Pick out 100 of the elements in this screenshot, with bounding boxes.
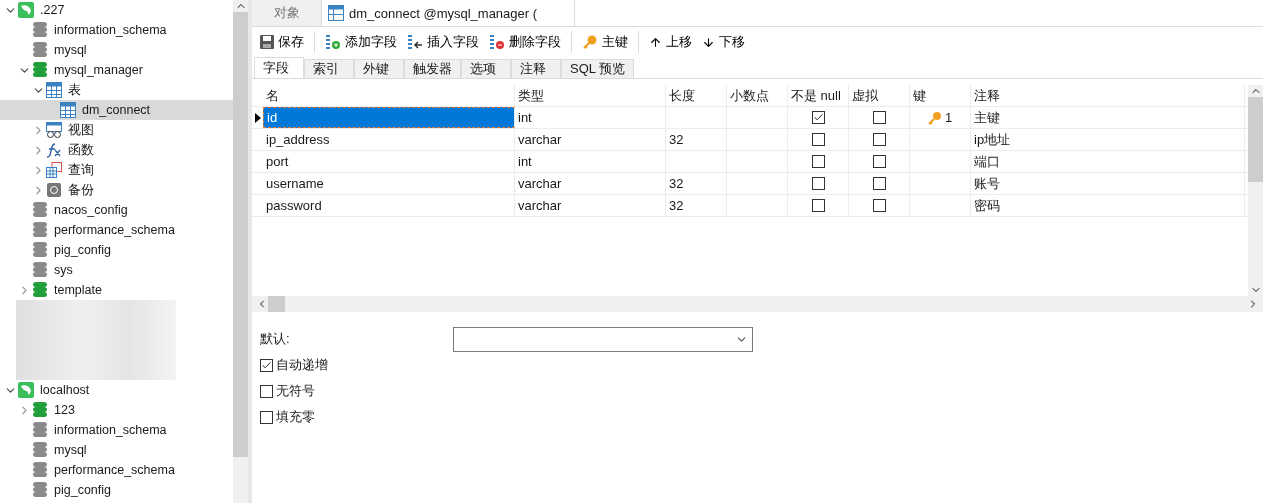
column-header[interactable]: 虚拟 bbox=[849, 85, 910, 106]
table-icon bbox=[46, 82, 62, 98]
tree-item[interactable]: template bbox=[0, 280, 233, 300]
table-cell[interactable]: int bbox=[515, 151, 666, 172]
tree-item[interactable]: mysql bbox=[0, 40, 233, 60]
checkbox[interactable] bbox=[811, 133, 825, 146]
column-header[interactable]: 小数点 bbox=[727, 85, 788, 106]
tree-item[interactable]: information_schema bbox=[0, 20, 233, 40]
toolbar-button[interactable]: 下移 bbox=[700, 31, 747, 53]
checkbox[interactable] bbox=[260, 384, 273, 398]
database-icon bbox=[32, 241, 48, 259]
view-icon bbox=[46, 122, 62, 138]
tree-item[interactable]: 视图 bbox=[0, 120, 233, 140]
database-icon bbox=[32, 21, 48, 39]
tree-item[interactable]: dm_connect bbox=[0, 100, 233, 120]
default-dropdown[interactable] bbox=[453, 326, 753, 352]
checkbox[interactable] bbox=[260, 410, 273, 424]
toolbar-button[interactable]: 删除字段 bbox=[487, 31, 563, 53]
key-icon bbox=[582, 34, 598, 50]
table-cell[interactable]: 端口 bbox=[971, 151, 1245, 172]
table-cell[interactable]: 账号 bbox=[971, 173, 1245, 194]
tab[interactable]: 字段 bbox=[254, 57, 304, 78]
tree-item[interactable]: mysql_manager bbox=[0, 60, 233, 80]
insert-field-icon bbox=[407, 34, 423, 50]
tree-item[interactable]: localhost bbox=[0, 380, 233, 400]
column-header[interactable]: 类型 bbox=[515, 85, 666, 106]
table-cell[interactable]: ip地址 bbox=[971, 129, 1245, 150]
database-icon bbox=[32, 461, 48, 479]
tree-item[interactable]: performance_schema bbox=[0, 220, 233, 240]
toolbar-button[interactable]: 保存 bbox=[258, 31, 306, 53]
tab[interactable]: 选项 bbox=[461, 59, 511, 78]
tab[interactable]: 索引 bbox=[304, 59, 354, 78]
table-cell[interactable]: varchar bbox=[515, 173, 666, 194]
tree-item[interactable]: performance_schema bbox=[0, 460, 233, 480]
tree-item[interactable]: 表 bbox=[0, 80, 233, 100]
tab[interactable]: 外键 bbox=[354, 59, 404, 78]
key-order: 1 bbox=[944, 110, 953, 125]
checkbox[interactable] bbox=[872, 133, 886, 146]
table-cell[interactable]: varchar bbox=[515, 129, 666, 150]
table-cell[interactable]: int bbox=[515, 107, 666, 128]
toolbar-button[interactable]: 上移 bbox=[647, 31, 694, 53]
scroll-thumb[interactable] bbox=[268, 296, 285, 312]
tree-item[interactable]: sys bbox=[0, 260, 233, 280]
tab[interactable]: SQL 预览 bbox=[561, 59, 635, 78]
column-header[interactable]: 名 bbox=[263, 85, 515, 106]
dolphin-icon bbox=[18, 382, 34, 398]
database-icon bbox=[32, 281, 48, 299]
table-cell[interactable]: 32 bbox=[666, 173, 727, 194]
checkbox[interactable] bbox=[260, 358, 273, 372]
checkbox[interactable] bbox=[872, 199, 886, 212]
table-cell[interactable]: port bbox=[263, 151, 515, 172]
table-icon bbox=[328, 5, 344, 21]
tree-item[interactable]: information_schema bbox=[0, 420, 233, 440]
tree-item[interactable]: 查询 bbox=[0, 160, 233, 180]
tree-item[interactable]: pig_config bbox=[0, 480, 233, 500]
toolbar-button[interactable]: 插入字段 bbox=[405, 31, 481, 53]
checkbox[interactable] bbox=[872, 111, 886, 124]
table-cell[interactable]: varchar bbox=[515, 195, 666, 216]
table-cell[interactable]: 密码 bbox=[971, 195, 1245, 216]
checkbox[interactable] bbox=[811, 155, 825, 168]
table-cell[interactable]: 32 bbox=[666, 129, 727, 150]
scrollbar[interactable] bbox=[1248, 85, 1263, 296]
table-cell[interactable]: ip_address bbox=[263, 129, 515, 150]
checkbox-option[interactable]: 填充零 bbox=[260, 404, 1255, 430]
scroll-thumb[interactable] bbox=[1248, 97, 1263, 182]
checkbox-option[interactable]: 无符号 bbox=[260, 378, 1255, 404]
column-header[interactable]: 不是 null bbox=[788, 85, 849, 106]
database-icon bbox=[32, 441, 48, 459]
toolbar-button[interactable]: 主键 bbox=[580, 31, 630, 53]
tree-item[interactable]: pig_config bbox=[0, 240, 233, 260]
checkbox-option[interactable]: 自动递增 bbox=[260, 352, 1255, 378]
tab[interactable]: 触发器 bbox=[404, 59, 461, 78]
tree-item[interactable]: .227 bbox=[0, 0, 233, 20]
table-cell[interactable]: 32 bbox=[666, 195, 727, 216]
table-cell[interactable]: password bbox=[263, 195, 515, 216]
tab[interactable]: 对象 bbox=[252, 0, 322, 26]
query-icon bbox=[46, 162, 62, 178]
column-header[interactable]: 键 bbox=[910, 85, 971, 106]
dolphin-icon bbox=[18, 2, 34, 18]
table-cell[interactable]: 主键 bbox=[971, 107, 1245, 128]
tab[interactable]: 注释 bbox=[511, 59, 561, 78]
column-header[interactable]: 注释 bbox=[971, 85, 1245, 106]
tree-item[interactable]: nacos_config bbox=[0, 200, 233, 220]
toolbar-button[interactable]: 添加字段 bbox=[323, 31, 399, 53]
checkbox[interactable] bbox=[872, 177, 886, 190]
checkbox[interactable] bbox=[811, 177, 825, 190]
table-cell[interactable]: id bbox=[263, 107, 515, 128]
row-pointer-icon bbox=[254, 112, 261, 123]
table-cell[interactable]: username bbox=[263, 173, 515, 194]
column-header[interactable]: 长度 bbox=[666, 85, 727, 106]
database-icon bbox=[32, 221, 48, 239]
tree-item[interactable]: 备份 bbox=[0, 180, 233, 200]
tree-item[interactable]: 函数 bbox=[0, 140, 233, 160]
scrollbar[interactable] bbox=[252, 296, 1263, 312]
tree-item[interactable]: 123 bbox=[0, 400, 233, 420]
backup-icon bbox=[46, 182, 62, 198]
checkbox[interactable] bbox=[872, 155, 886, 168]
checkbox[interactable] bbox=[811, 199, 825, 212]
checkbox[interactable] bbox=[811, 111, 825, 124]
tree-item[interactable]: mysql bbox=[0, 440, 233, 460]
